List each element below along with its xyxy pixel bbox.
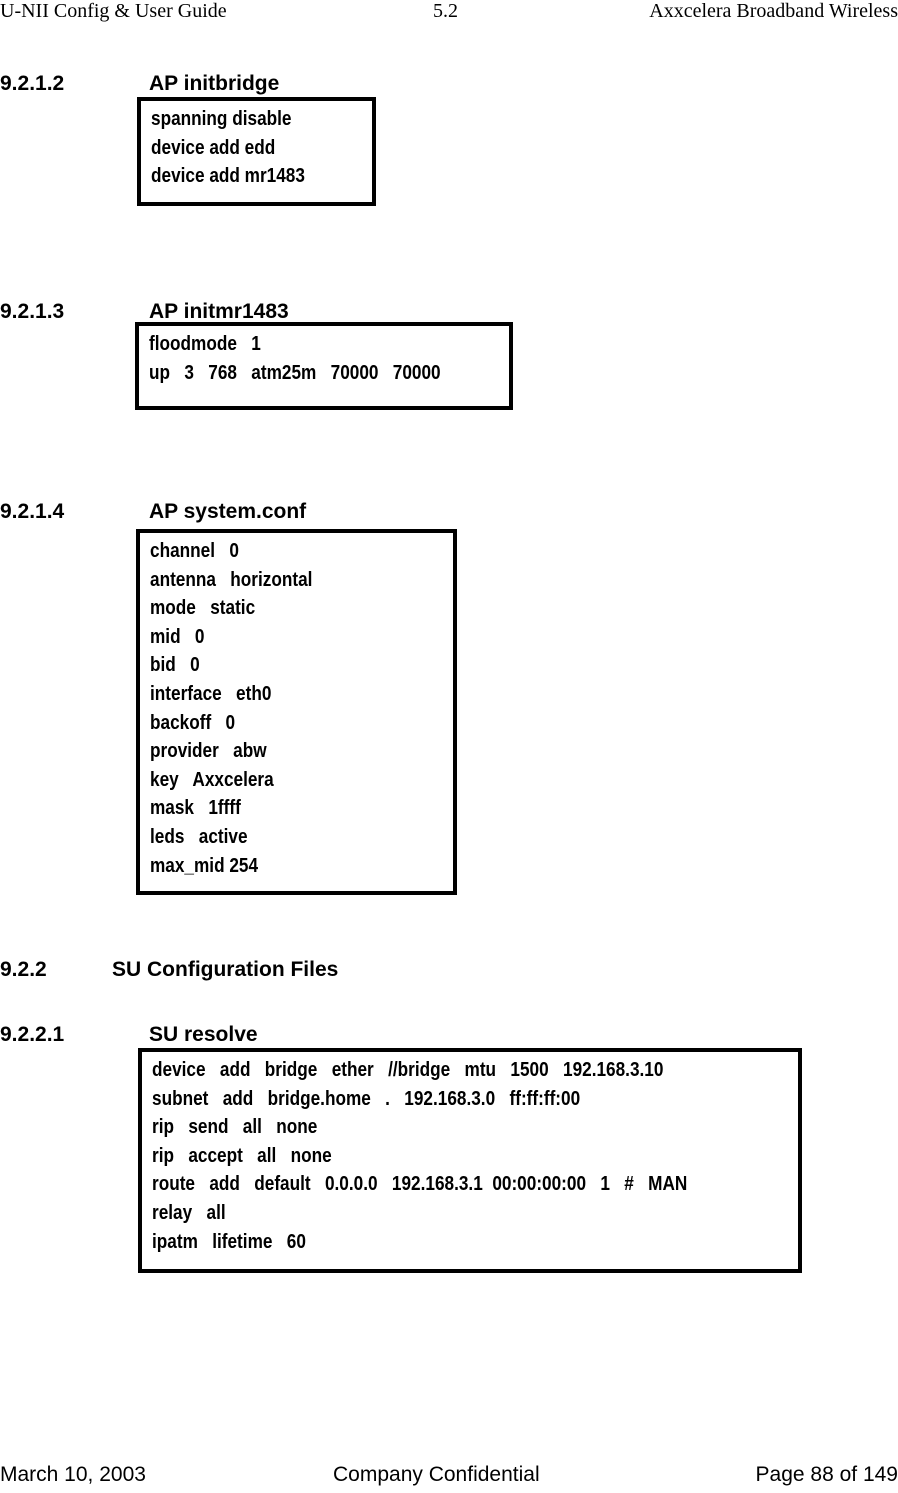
code-box-su-resolve: device add bridge ether //bridge mtu 150… <box>138 1048 802 1273</box>
section-title: AP system.conf <box>149 500 307 523</box>
section-heading-ap-initbridge: 9.2.1.2 AP initbridge <box>0 72 400 96</box>
code-box-ap-initbridge: spanning disable device add edd device a… <box>137 97 376 206</box>
code-line: up 3 768 atm25m 70000 70000 <box>149 361 441 384</box>
section-title: AP initbridge <box>149 72 280 95</box>
header-company: Axxcelera Broadband Wireless <box>649 0 898 22</box>
code-line: device add edd <box>151 136 276 159</box>
code-line: floodmode 1 <box>149 333 261 355</box>
code-box-ap-initmr1483: floodmode 1 up 3 768 atm25m 70000 70000 <box>135 322 513 410</box>
section-heading-ap-initmr1483: 9.2.1.3 AP initmr1483 <box>0 300 520 324</box>
header-doc-title: U-NII Config & User Guide <box>0 0 227 22</box>
section-number: 9.2.1.3 <box>0 300 65 323</box>
section-heading-su-resolve: 9.2.2.1 SU resolve <box>0 1023 420 1047</box>
code-line: provider abw <box>150 740 267 763</box>
code-line: max_mid 254 <box>150 854 259 877</box>
page-footer: March 10, 2003 Company Confidential Page… <box>0 1463 898 1493</box>
code-line: bid 0 <box>150 654 200 677</box>
code-line: mid 0 <box>150 625 205 648</box>
code-line: mode static <box>150 597 256 620</box>
code-line: channel 0 <box>150 540 239 562</box>
code-line: leds active <box>150 825 248 848</box>
section-title: AP initmr1483 <box>149 300 289 323</box>
code-line: antenna horizontal <box>150 568 313 591</box>
code-box-ap-system-conf: channel 0 antenna horizontal mode static… <box>136 529 457 895</box>
footer-date: March 10, 2003 <box>0 1463 146 1486</box>
code-line: backoff 0 <box>150 711 236 734</box>
section-title: SU Configuration Files <box>112 958 339 981</box>
code-line: device add mr1483 <box>151 165 305 188</box>
section-number: 9.2.2 <box>0 958 47 981</box>
code-line: interface eth0 <box>150 682 272 705</box>
code-line: relay all <box>152 1201 226 1224</box>
code-line: device add bridge ether //bridge mtu 150… <box>152 1059 664 1081</box>
section-title: SU resolve <box>149 1023 258 1046</box>
code-line: subnet add bridge.home . 192.168.3.0 ff:… <box>152 1087 581 1110</box>
section-number: 9.2.1.2 <box>0 72 65 95</box>
code-line: route add default 0.0.0.0 192.168.3.1 00… <box>152 1173 688 1196</box>
code-line: spanning disable <box>151 108 292 130</box>
section-number: 9.2.1.4 <box>0 500 65 523</box>
section-heading-su-configuration-files: 9.2.2 SU Configuration Files <box>0 958 420 982</box>
code-line: mask 1ffff <box>150 797 241 820</box>
section-number: 9.2.2.1 <box>0 1023 65 1046</box>
page-header: U-NII Config & User Guide 5.2 Axxcelera … <box>0 0 898 24</box>
code-line: ipatm lifetime 60 <box>152 1230 306 1253</box>
code-line: key Axxcelera <box>150 768 274 791</box>
header-version: 5.2 <box>433 0 458 22</box>
section-heading-ap-system-conf: 9.2.1.4 AP system.conf <box>0 500 460 524</box>
code-line: rip accept all none <box>152 1144 332 1167</box>
footer-page-number: Page 88 of 149 <box>755 1463 898 1486</box>
footer-confidentiality: Company Confidential <box>333 1463 540 1486</box>
code-line: rip send all none <box>152 1116 318 1139</box>
